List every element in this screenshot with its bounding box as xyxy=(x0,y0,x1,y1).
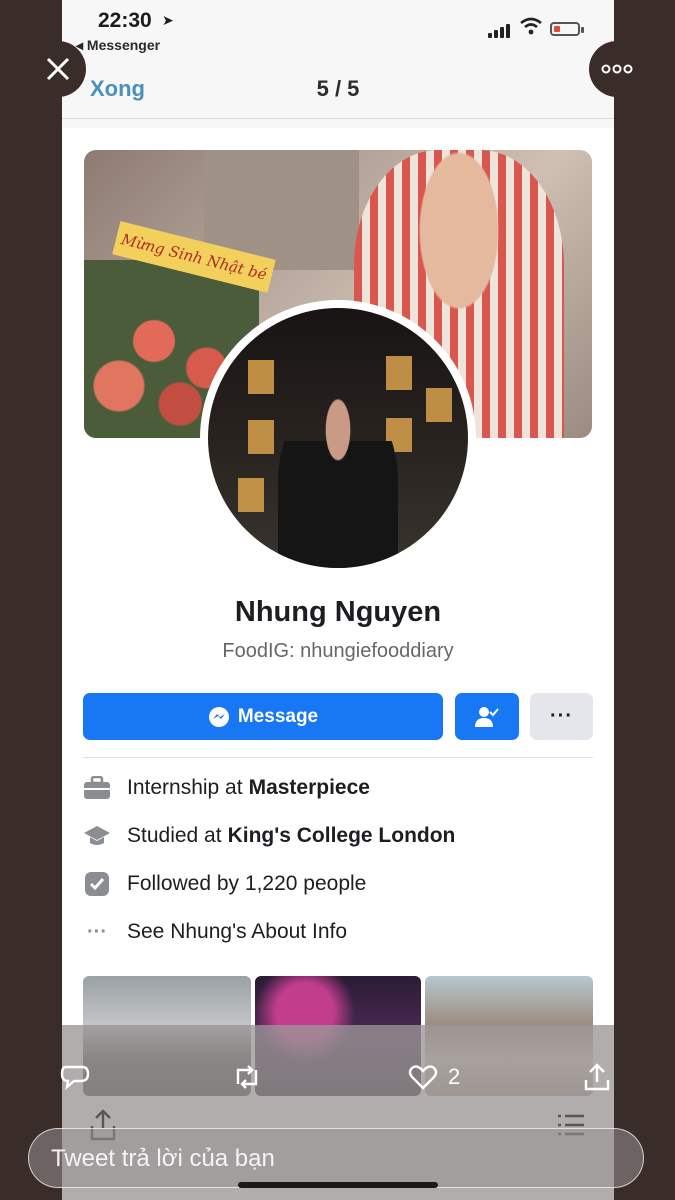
back-app-label: Messenger xyxy=(86,37,161,53)
intro-education: Studied at King's College London xyxy=(83,818,455,854)
page-indicator: 5 / 5 xyxy=(316,76,360,101)
intro-followers: Followed by 1,220 people xyxy=(83,866,366,902)
close-button[interactable] xyxy=(30,41,86,97)
signal-icon xyxy=(488,22,514,38)
intro-work-employer[interactable]: Masterpiece xyxy=(249,776,370,800)
message-button-label: Message xyxy=(237,705,319,727)
comment-icon xyxy=(60,1065,90,1091)
more-horizontal-icon xyxy=(601,64,633,74)
reply-input[interactable]: Tweet trả lời của bạn xyxy=(28,1128,644,1188)
close-icon xyxy=(46,57,70,81)
share-icon xyxy=(584,1063,610,1091)
phone-screen: 22:30 ➤ ◂ Messenger Xong 5 / 5 Mừng Sinh… xyxy=(62,0,614,1200)
briefcase-icon xyxy=(83,774,111,802)
intro-work: Internship at Masterpiece xyxy=(83,770,370,806)
person-silhouette xyxy=(278,388,398,568)
intro-work-prefix: Internship at xyxy=(127,776,243,799)
retweet-button[interactable] xyxy=(232,1062,262,1092)
divider xyxy=(83,757,593,758)
friend-status-button[interactable] xyxy=(455,693,519,740)
like-count: 2 xyxy=(448,1064,461,1089)
profile-bio: FoodIG: nhungiefooddiary xyxy=(222,640,454,662)
messenger-icon xyxy=(208,706,229,727)
intro-education-school[interactable]: King's College London xyxy=(228,824,456,848)
profile-picture xyxy=(208,308,468,568)
intro-education-prefix: Studied at xyxy=(127,824,222,847)
location-arrow-icon: ➤ xyxy=(162,12,174,28)
profile-name: Nhung Nguyen xyxy=(234,596,442,628)
share-button[interactable] xyxy=(582,1062,612,1092)
friend-check-icon xyxy=(475,706,499,727)
intro-about-text: See Nhung's About Info xyxy=(127,920,348,943)
more-options-button[interactable]: ··· xyxy=(530,693,593,740)
back-to-app-link[interactable]: ◂ Messenger xyxy=(76,37,160,54)
retweet-icon xyxy=(236,1065,258,1089)
avatar[interactable] xyxy=(200,300,476,576)
viewer-nav-bar: Xong 5 / 5 xyxy=(62,58,614,119)
graduation-cap-icon xyxy=(83,822,111,850)
reply-button[interactable] xyxy=(60,1062,90,1092)
status-time: 22:30 xyxy=(98,9,152,32)
ellipsis-icon: ··· xyxy=(87,920,107,943)
intro-followers-text: Followed by 1,220 people xyxy=(127,872,367,895)
battery-icon xyxy=(550,22,584,36)
reply-placeholder: Tweet trả lời của bạn xyxy=(51,1145,275,1172)
followers-icon xyxy=(83,870,111,898)
intro-about-link[interactable]: ··· See Nhung's About Info xyxy=(83,914,347,950)
more-menu-button[interactable] xyxy=(589,41,645,97)
message-button[interactable]: Message xyxy=(83,693,443,740)
status-bar: 22:30 ➤ ◂ Messenger xyxy=(62,0,614,58)
wifi-icon xyxy=(520,17,542,35)
heart-icon xyxy=(408,1065,438,1090)
like-button[interactable]: 2 xyxy=(408,1062,460,1092)
home-indicator[interactable] xyxy=(238,1182,438,1188)
